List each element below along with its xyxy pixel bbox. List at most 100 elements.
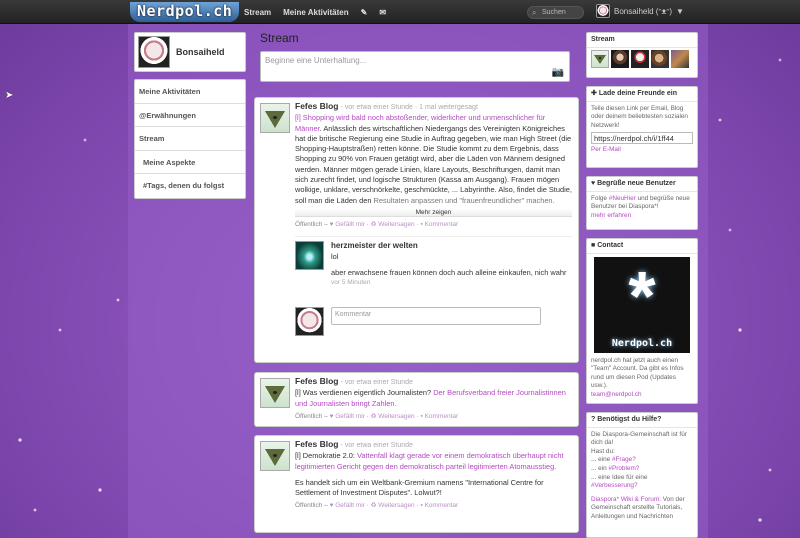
comment-text-2: aber erwachsene frauen können doch auch … — [331, 267, 567, 277]
chevron-down-icon: ▼ — [676, 6, 684, 16]
post-footer: Öffentlich – ♥ Gefällt mir · ♻ Weitersag… — [295, 220, 459, 228]
post: Fefes Blog - vor etwa einer Stunde [l] W… — [254, 372, 579, 427]
notification-icon[interactable]: ✎ — [361, 8, 368, 17]
post-avatar[interactable] — [260, 103, 290, 133]
publisher-placeholder: Beginne eine Unterhaltung... — [265, 56, 367, 65]
avatar[interactable] — [631, 49, 649, 68]
avatar[interactable] — [138, 36, 170, 68]
welcome-box: ♥ Begrüße neue Benutzer Folge #NeuHier u… — [586, 176, 698, 230]
learn-more-link[interactable]: mehr erfahren — [591, 212, 693, 221]
comment-author[interactable]: herzmeister der welten — [331, 241, 572, 251]
camera-icon[interactable]: 📷 — [552, 67, 564, 78]
avatar[interactable] — [591, 49, 609, 68]
left-nav: Meine Aktivitäten @Erwähnungen Stream Me… — [134, 79, 246, 199]
site-logo[interactable]: Nerdpol.ch — [130, 2, 240, 22]
heart-icon: ♥ — [329, 502, 334, 510]
post-meta[interactable]: - vor etwa einer Stunde — [341, 379, 413, 386]
leftnav-followed-tags[interactable]: #Tags, denen du folgst — [135, 174, 245, 198]
post-text: [l] Was verdienen eigentlich Journaliste… — [295, 388, 432, 398]
welcome-tag-link[interactable]: #NeuHier — [609, 195, 636, 202]
comment-icon: ▪ — [420, 412, 423, 420]
contact-email-link[interactable]: team@nerdpol.ch — [591, 391, 693, 400]
profile-name[interactable]: Bonsaiheld — [176, 47, 225, 57]
invite-email-link[interactable]: Per E-Mail — [591, 146, 693, 155]
post-author[interactable]: Fefes Blog — [295, 101, 338, 111]
wiki-link[interactable]: Diaspora* Wiki & Forum: — [591, 496, 661, 503]
post: Fefes Blog - vor etwa einer Stunde · 1 m… — [254, 97, 579, 363]
comment-icon: ▪ — [420, 220, 423, 228]
question-icon: ? — [591, 416, 596, 423]
post-text: . Anlässlich des wirtschaftlichen Nieder… — [295, 123, 572, 205]
help-item-3: ... eine Idee für eine — [591, 473, 648, 481]
help-text: Die Diaspora-Gemeinschaft ist für dich d… — [591, 430, 687, 447]
contact-logo-text: Nerdpol.ch — [611, 338, 673, 349]
help-box: ? Benötigst du Hilfe? Die Diaspora-Gemei… — [586, 412, 698, 538]
post-meta[interactable]: - vor etwa einer Stunde · 1 mal weiterge… — [341, 104, 478, 111]
reshare-button[interactable]: Weitersagen — [378, 221, 414, 228]
contact-title: Contact — [597, 242, 624, 249]
page-title: Stream — [260, 31, 299, 45]
mouse-cursor-icon: ➤ — [5, 90, 14, 101]
reshare-icon: ♻ — [370, 502, 377, 510]
comment-input[interactable]: Kommentar — [331, 307, 541, 326]
leftnav-my-aspects[interactable]: Meine Aspekte — [135, 151, 245, 174]
post-visibility: Öffentlich – — [295, 220, 328, 228]
heart-icon: ♥ — [329, 412, 334, 420]
search-icon: ⌕ — [532, 8, 537, 17]
plus-icon: ✚ — [591, 90, 597, 97]
reshare-button[interactable]: Weitersagen — [378, 413, 414, 420]
reshare-button[interactable]: Weitersagen — [378, 502, 414, 509]
invite-title: Lade deine Freunde ein — [598, 90, 678, 97]
comment-button[interactable]: Kommentar — [425, 502, 459, 509]
invite-link-field[interactable]: https://nerdpol.ch/i/1ff44 — [591, 132, 693, 145]
post-text: [l] Demokratie 2.0: — [295, 451, 355, 461]
nav-stream[interactable]: Stream — [244, 8, 271, 17]
commenter-avatar — [295, 307, 324, 337]
avatar[interactable] — [611, 49, 629, 68]
invite-text: Teile diesen Link per Email, Blog oder d… — [591, 104, 688, 129]
post-meta[interactable]: - vor etwa einer Stunde — [341, 442, 413, 449]
help-hast: Hast du: — [591, 447, 615, 455]
comment-text-1: lol — [331, 251, 339, 261]
comment-button[interactable]: Kommentar — [425, 221, 459, 228]
stream-contacts-box: Stream — [586, 32, 698, 78]
nav-my-activity[interactable]: Meine Aktivitäten — [283, 8, 349, 17]
avatar[interactable] — [651, 49, 669, 68]
help-item-2: ... ein — [591, 464, 607, 472]
profile-box[interactable]: Bonsaiheld — [134, 32, 246, 72]
comment: herzmeister der welten lol aber erwachse… — [295, 241, 572, 299]
post-author[interactable]: Fefes Blog — [295, 439, 338, 449]
user-menu[interactable]: Bonsaiheld (ᵔᴥᵔ) ▼ — [596, 4, 684, 18]
invite-box: ✚ Lade deine Freunde ein Teile diesen Li… — [586, 86, 698, 168]
leftnav-my-activity[interactable]: Meine Aktivitäten — [135, 80, 245, 104]
show-more-button[interactable]: Mehr zeigen — [295, 207, 572, 217]
top-nav: Stream Meine Aktivitäten ✎ ✉ — [244, 0, 386, 24]
like-button[interactable]: Gefällt mir — [335, 413, 365, 420]
help-tag-improvement[interactable]: #Verbesserung? — [591, 482, 638, 489]
comment-button[interactable]: Kommentar — [425, 413, 459, 420]
search-input[interactable]: ⌕ Suchen — [527, 6, 584, 19]
post-avatar[interactable] — [260, 441, 290, 471]
publisher-input[interactable]: Beginne eine Unterhaltung... 📷 — [260, 51, 570, 82]
post-avatar[interactable] — [260, 378, 290, 408]
comment-avatar[interactable] — [295, 241, 324, 271]
contact-logo[interactable]: * Nerdpol.ch — [594, 256, 690, 353]
comments-section: herzmeister der welten lol aber erwachse… — [295, 236, 572, 339]
heart-icon: ♥ — [329, 220, 334, 228]
search-placeholder: Suchen — [542, 9, 566, 16]
mail-icon[interactable]: ✉ — [379, 8, 386, 17]
contact-avatars — [587, 48, 697, 72]
help-tag-problem[interactable]: #Problem? — [608, 465, 639, 472]
comment-time[interactable]: vor 5 Minuten — [331, 278, 572, 288]
reshare-icon: ♻ — [370, 412, 377, 420]
leftnav-mentions[interactable]: @Erwähnungen — [135, 104, 245, 127]
post-author[interactable]: Fefes Blog — [295, 376, 338, 386]
post: Fefes Blog - vor etwa einer Stunde [l] D… — [254, 435, 579, 533]
like-button[interactable]: Gefällt mir — [335, 221, 365, 228]
stream-contacts-title: Stream — [587, 33, 697, 48]
help-tag-question[interactable]: #Frage? — [612, 456, 636, 463]
leftnav-stream[interactable]: Stream — [135, 127, 245, 151]
avatar[interactable] — [671, 49, 689, 68]
post-text-2: Es handelt sich um ein Weltbank-Gremium … — [295, 477, 544, 498]
like-button[interactable]: Gefällt mir — [335, 502, 365, 509]
